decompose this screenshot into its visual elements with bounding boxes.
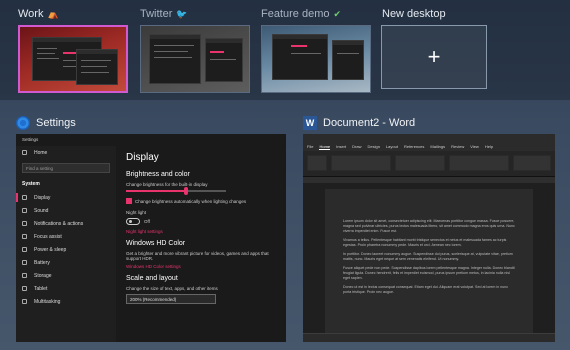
sidebar-item-focus-assist[interactable]: Focus assist [16, 230, 116, 243]
editing-group[interactable] [513, 155, 551, 171]
brightness-label: Change brightness for the built-in displ… [126, 182, 208, 187]
ribbon-tab[interactable]: Review [451, 144, 464, 149]
sidebar-item-sound[interactable]: Sound [16, 204, 116, 217]
desktop-feature-demo[interactable]: Feature demo ✔ [261, 6, 371, 22]
desktop-thumbnail-work[interactable] [18, 25, 128, 93]
mini-window [332, 40, 364, 80]
sound-icon [22, 208, 27, 213]
focus-assist-icon [22, 234, 27, 239]
document-paragraph: Fusce aliquet pede non pede. Suspendisse… [343, 266, 515, 280]
night-light-label: Night light [126, 210, 147, 215]
settings-main-panel: Display Brightness and color Change brig… [126, 146, 284, 304]
sidebar-item-notifications[interactable]: Notifications & actions [16, 217, 116, 230]
ribbon-tab[interactable]: Mailings [430, 144, 445, 149]
brightness-slider[interactable] [126, 187, 226, 195]
scale-dropdown[interactable]: 200% (Recommended) [126, 294, 216, 304]
sidebar-item-battery[interactable]: Battery [16, 256, 116, 269]
mini-window [149, 34, 201, 84]
ribbon-tab[interactable]: File [307, 144, 313, 149]
desktop-name[interactable]: Twitter [140, 8, 172, 20]
paragraph-group[interactable] [395, 155, 445, 171]
word-window-preview[interactable]: File Home Insert Draw Design Layout Refe… [303, 134, 555, 342]
ribbon-tab[interactable]: Insert [336, 144, 346, 149]
ribbon-toolbar [303, 151, 555, 177]
clipboard-group[interactable] [307, 155, 327, 171]
new-desktop-button[interactable]: + [381, 25, 487, 89]
mini-window [272, 34, 328, 80]
multitasking-icon [22, 299, 27, 304]
mini-window [76, 49, 118, 85]
display-icon [22, 195, 27, 200]
checkbox-checked-icon [126, 198, 132, 204]
sidebar-item-home[interactable]: Home [16, 146, 116, 159]
plus-icon: + [427, 44, 441, 69]
hd-description: Get a brighter and more vibrant picture … [126, 251, 269, 261]
sidebar-item-power[interactable]: Power & sleep [16, 243, 116, 256]
document-canvas: Lorem ipsum dolor sit amet, consectetuer… [303, 183, 555, 333]
toggle-off-icon [126, 218, 140, 225]
auto-brightness-checkbox[interactable]: Change brightness automatically when lig… [126, 198, 284, 204]
virtual-desktop-strip: Work ⛺ Twitter 🐦 Feature demo ✔ New desk… [0, 0, 570, 100]
document-paragraph: In porttitor. Donec laoreet nonummy augu… [343, 252, 513, 261]
sidebar-item-multitasking[interactable]: Multitasking [16, 295, 116, 308]
ribbon-tab[interactable]: Design [367, 144, 379, 149]
sidebar-item-storage[interactable]: Storage [16, 269, 116, 282]
check-icon: ✔ [333, 8, 342, 19]
window-card-settings[interactable]: Settings [16, 112, 76, 134]
desktop-thumbnail-feature-demo[interactable] [261, 25, 371, 93]
ribbon-tab[interactable]: References [404, 144, 424, 149]
desktop-thumbnail-twitter[interactable] [140, 25, 250, 93]
power-icon [22, 247, 27, 252]
window-title: Document2 - Word [323, 117, 416, 129]
ribbon-tab-active[interactable]: Home [319, 144, 331, 150]
desktop-name[interactable]: Feature demo [261, 8, 329, 20]
document-paragraph: Vivamus a tellus. Pellentesque habitant … [343, 238, 507, 247]
section-heading: Scale and layout [126, 275, 178, 282]
desktop-work[interactable]: Work ⛺ [18, 6, 128, 22]
styles-group[interactable] [449, 155, 509, 171]
desktop-name[interactable]: Work [18, 8, 43, 20]
settings-window-preview[interactable]: Settings Home Find a setting System Disp… [16, 134, 286, 342]
night-light-toggle[interactable]: Off [126, 218, 284, 225]
desktop-emoji: ⛺ [47, 8, 59, 19]
window-title: Settings [36, 117, 76, 129]
section-heading: Windows HD Color [126, 240, 186, 247]
page-title: Display [126, 152, 159, 163]
section-heading: Brightness and color [126, 171, 190, 178]
ribbon-tab[interactable]: Draw [352, 144, 361, 149]
new-desktop-title: New desktop [382, 8, 446, 20]
tablet-icon [22, 286, 27, 291]
desktop-twitter[interactable]: Twitter 🐦 [140, 6, 250, 22]
notifications-icon [22, 221, 27, 226]
desktop-emoji: 🐦 [176, 8, 188, 19]
document-paragraph: Lorem ipsum dolor sit amet, consectetuer… [343, 219, 515, 233]
sidebar-item-tablet[interactable]: Tablet [16, 282, 116, 295]
document-page[interactable]: Lorem ipsum dolor sit amet, consectetuer… [325, 189, 533, 333]
window-titlebar [303, 134, 555, 142]
font-group[interactable] [331, 155, 391, 171]
window-card-word[interactable]: W Document2 - Word [303, 112, 415, 134]
status-bar [303, 334, 555, 342]
document-paragraph: Donec ut est in lectus consequat consequ… [343, 285, 509, 294]
storage-icon [22, 273, 27, 278]
search-input[interactable]: Find a setting [22, 163, 110, 173]
ribbon-tab[interactable]: Help [485, 144, 493, 149]
scale-description: Change the size of text, apps, and other… [126, 286, 218, 291]
hd-color-settings-link[interactable]: Windows HD Color settings [126, 264, 284, 269]
sidebar-section-title: System [22, 181, 40, 187]
night-light-settings-link[interactable]: Night light settings [126, 229, 284, 234]
window-titlebar: Settings [22, 137, 39, 142]
settings-sidebar: Home Find a setting System Display Sound… [16, 146, 116, 342]
home-icon [22, 150, 27, 155]
settings-app-icon [16, 116, 30, 130]
battery-icon [22, 260, 27, 265]
mini-window [205, 38, 243, 82]
ribbon-tab[interactable]: View [470, 144, 479, 149]
word-app-icon: W [303, 116, 317, 130]
ribbon-tabs: File Home Insert Draw Design Layout Refe… [303, 142, 555, 151]
sidebar-item-display[interactable]: Display [16, 191, 116, 204]
ribbon-tab[interactable]: Layout [386, 144, 398, 149]
